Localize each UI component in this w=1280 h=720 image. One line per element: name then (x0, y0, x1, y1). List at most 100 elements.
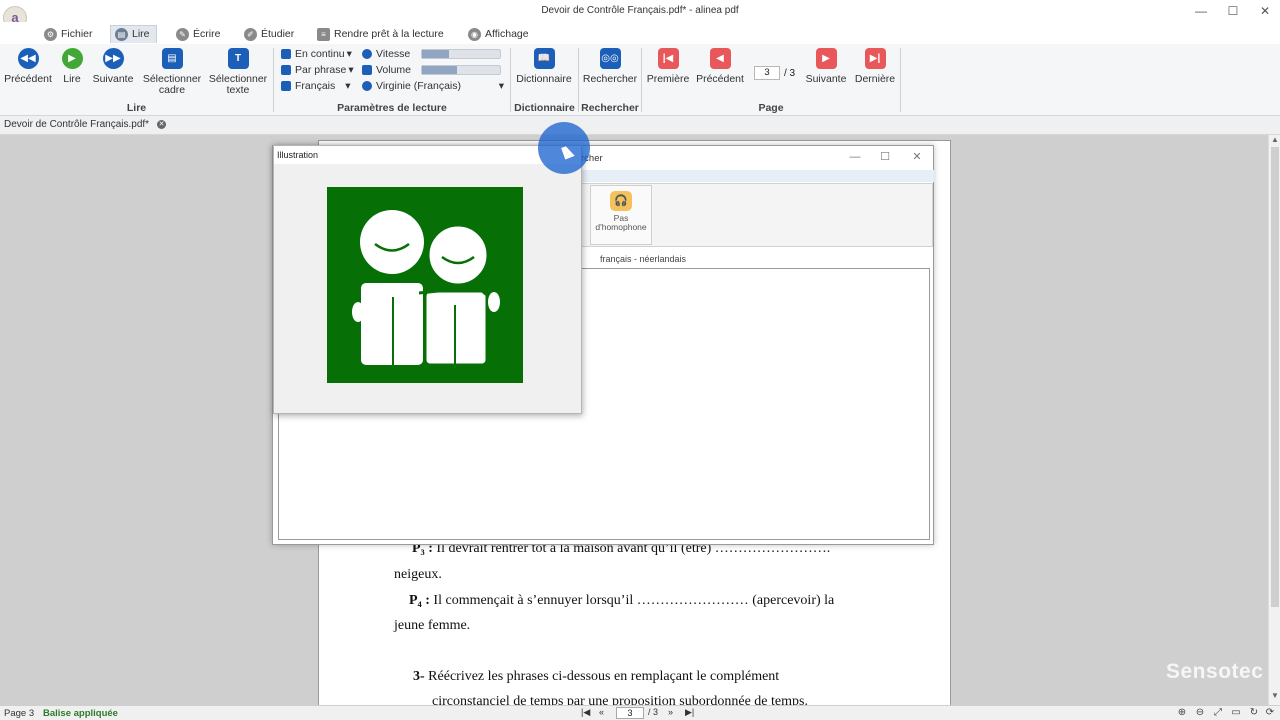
tab-fichier[interactable]: ⚙ Fichier (40, 25, 99, 43)
dialog-minimize-button[interactable]: — (841, 149, 869, 165)
speed-slider[interactable] (421, 49, 501, 59)
speaker-icon (362, 65, 372, 75)
jeune-femme-line: jeune femme. (394, 618, 471, 633)
group-label-rechercher: Rechercher (581, 102, 639, 114)
ribbon: ◀◀ Précédent ▶ Lire ▶▶ Suivante ▤ Sélect… (0, 44, 1280, 116)
close-button[interactable]: ✕ (1250, 2, 1280, 20)
tab-label: Lire (132, 28, 150, 40)
neigeux-line: neigeux. (394, 567, 442, 582)
speed-text: Vitesse (376, 48, 411, 60)
title-bar: a Devoir de Contrôle Français.pdf* - ali… (0, 0, 1280, 30)
minimize-button[interactable]: — (1186, 2, 1216, 20)
scroll-up-icon[interactable]: ▲ (1269, 135, 1280, 144)
voice-dropdown[interactable]: Virginie (Français) ▾ (362, 80, 504, 92)
eye-icon: ◉ (468, 27, 481, 41)
premiere-button[interactable]: |◀ Première (646, 48, 690, 85)
page-precedent-button[interactable]: ◀ Précédent (696, 48, 744, 85)
tab-lire[interactable]: ▤ Lire (110, 25, 157, 43)
select-frame-label-2: cadre (158, 84, 186, 96)
gear-icon: ⚙ (44, 27, 57, 41)
p4-line: P₄ : Il commençait à s’ennuyer lorsqu’il… (409, 593, 834, 609)
select-frame-button[interactable]: ▤ Sélectionner cadre (141, 48, 203, 96)
read-icon: ▤ (115, 28, 128, 41)
volume-slider[interactable] (421, 65, 501, 75)
select-text-label-2: texte (226, 84, 250, 96)
illustration-dialog[interactable]: Illustration (273, 145, 582, 414)
friends-pictogram-icon (352, 210, 500, 367)
tab-ecrire[interactable]: ✎ Écrire (172, 25, 226, 43)
text-select-icon: T (227, 48, 249, 69)
group-label-lire: Lire (126, 102, 147, 114)
language-pair-tab[interactable]: français - néerlandais (600, 254, 686, 264)
zoom-out-icon[interactable]: ⊖ (1194, 707, 1206, 719)
rotate-icon[interactable]: ↻ (1248, 707, 1260, 719)
scrollbar-thumb[interactable] (1271, 147, 1279, 607)
dialog-close-button[interactable]: ✕ (903, 149, 931, 165)
binoculars-icon: ◎◎ (599, 48, 621, 69)
select-text-button[interactable]: T Sélectionner texte (207, 48, 269, 96)
precedent-button[interactable]: ◀◀ Précédent (4, 48, 52, 85)
document-tab-label: Devoir de Contrôle Français.pdf* (4, 119, 150, 130)
status-page-input[interactable]: 3 (616, 707, 644, 719)
flag-icon (281, 81, 291, 91)
tab-rendre-pret[interactable]: ≡ Rendre prêt à la lecture (313, 25, 450, 43)
play-icon: ▶ (61, 48, 83, 69)
rechercher-button[interactable]: ◎◎ Rechercher (581, 48, 639, 85)
unit-dropdown[interactable]: Par phrase ▾ (281, 64, 354, 76)
question-3-text: Réécrivez les phrases ci-dessous en remp… (428, 669, 780, 684)
chevron-down-icon: ▾ (498, 80, 504, 92)
tab-affichage[interactable]: ◉ Affichage (464, 25, 535, 43)
continuous-icon (281, 49, 291, 59)
headphones-icon: 🎧 (610, 191, 632, 211)
zoom-in-icon[interactable]: ⊕ (1176, 707, 1188, 719)
volume-text: Volume (376, 64, 412, 76)
p4-label: P₄ : (409, 593, 430, 608)
homophone-button[interactable]: 🎧 Pas d'homophone (590, 185, 652, 245)
derniere-button[interactable]: ▶| Dernière (854, 48, 896, 85)
tab-label: Étudier (261, 27, 295, 40)
tab-label: Écrire (193, 27, 221, 40)
group-label-page: Page (758, 102, 784, 114)
ribbon-separator (900, 48, 901, 112)
chevron-down-icon: ▾ (348, 64, 354, 76)
tab-label: Affichage (485, 27, 529, 40)
dictionnaire-button[interactable]: 📖 Dictionnaire (514, 48, 574, 85)
tab-etudier[interactable]: ✐ Étudier (240, 25, 300, 43)
lire-button[interactable]: ▶ Lire (58, 48, 86, 85)
derniere-label: Dernière (854, 73, 896, 85)
fit-page-icon[interactable]: ⤢ (1212, 707, 1224, 719)
mode-value: En continu (295, 48, 345, 60)
page-suivante-button[interactable]: ▶ Suivante (804, 48, 848, 85)
refresh-icon[interactable]: ⟳ (1264, 707, 1276, 719)
document-tab[interactable]: Devoir de Contrôle Français.pdf* ✕ (4, 119, 167, 130)
language-dropdown[interactable]: Français ▾ (281, 80, 351, 92)
rechercher-label: Rechercher (582, 73, 638, 85)
language-value: Français (295, 80, 336, 92)
sentence-icon (281, 65, 291, 75)
close-tab-icon[interactable]: ✕ (157, 120, 167, 129)
question-3-line-2: circonstanciel de temps par une proposit… (432, 694, 808, 705)
page-number-input[interactable]: 3 (754, 66, 780, 80)
page-total: / 3 (784, 68, 796, 79)
mode-dropdown[interactable]: En continu ▾ (281, 48, 352, 60)
dialog-maximize-button[interactable]: ☐ (871, 149, 899, 165)
status-first-page-icon[interactable]: |◀ (581, 707, 590, 718)
vertical-scrollbar[interactable]: ▲ ▼ (1268, 135, 1280, 705)
status-last-page-icon[interactable]: ▶| (685, 707, 694, 718)
status-previous-page-icon[interactable]: « (599, 707, 604, 717)
status-bar: Page 3 Balise appliquée |◀ « 3 / 3 » ▶| … (0, 705, 1280, 720)
volume-label: Volume (362, 64, 411, 76)
group-label-dictionnaire: Dictionnaire (514, 102, 575, 114)
scroll-down-icon[interactable]: ▼ (1269, 691, 1280, 700)
suivante-button[interactable]: ▶▶ Suivante (92, 48, 134, 85)
illustration-titlebar[interactable]: Illustration (274, 146, 581, 164)
speed-slider-fill (422, 50, 450, 58)
document-icon: ≡ (317, 27, 330, 41)
maximize-button[interactable]: ☐ (1218, 2, 1248, 20)
status-next-page-icon[interactable]: » (668, 707, 673, 717)
fit-width-icon[interactable]: ▭ (1230, 707, 1242, 719)
status-tag: Balise appliquée (43, 708, 118, 719)
speed-label: Vitesse (362, 48, 410, 60)
fast-forward-icon: ▶▶ (102, 48, 124, 69)
status-page: Page 3 (4, 708, 35, 719)
